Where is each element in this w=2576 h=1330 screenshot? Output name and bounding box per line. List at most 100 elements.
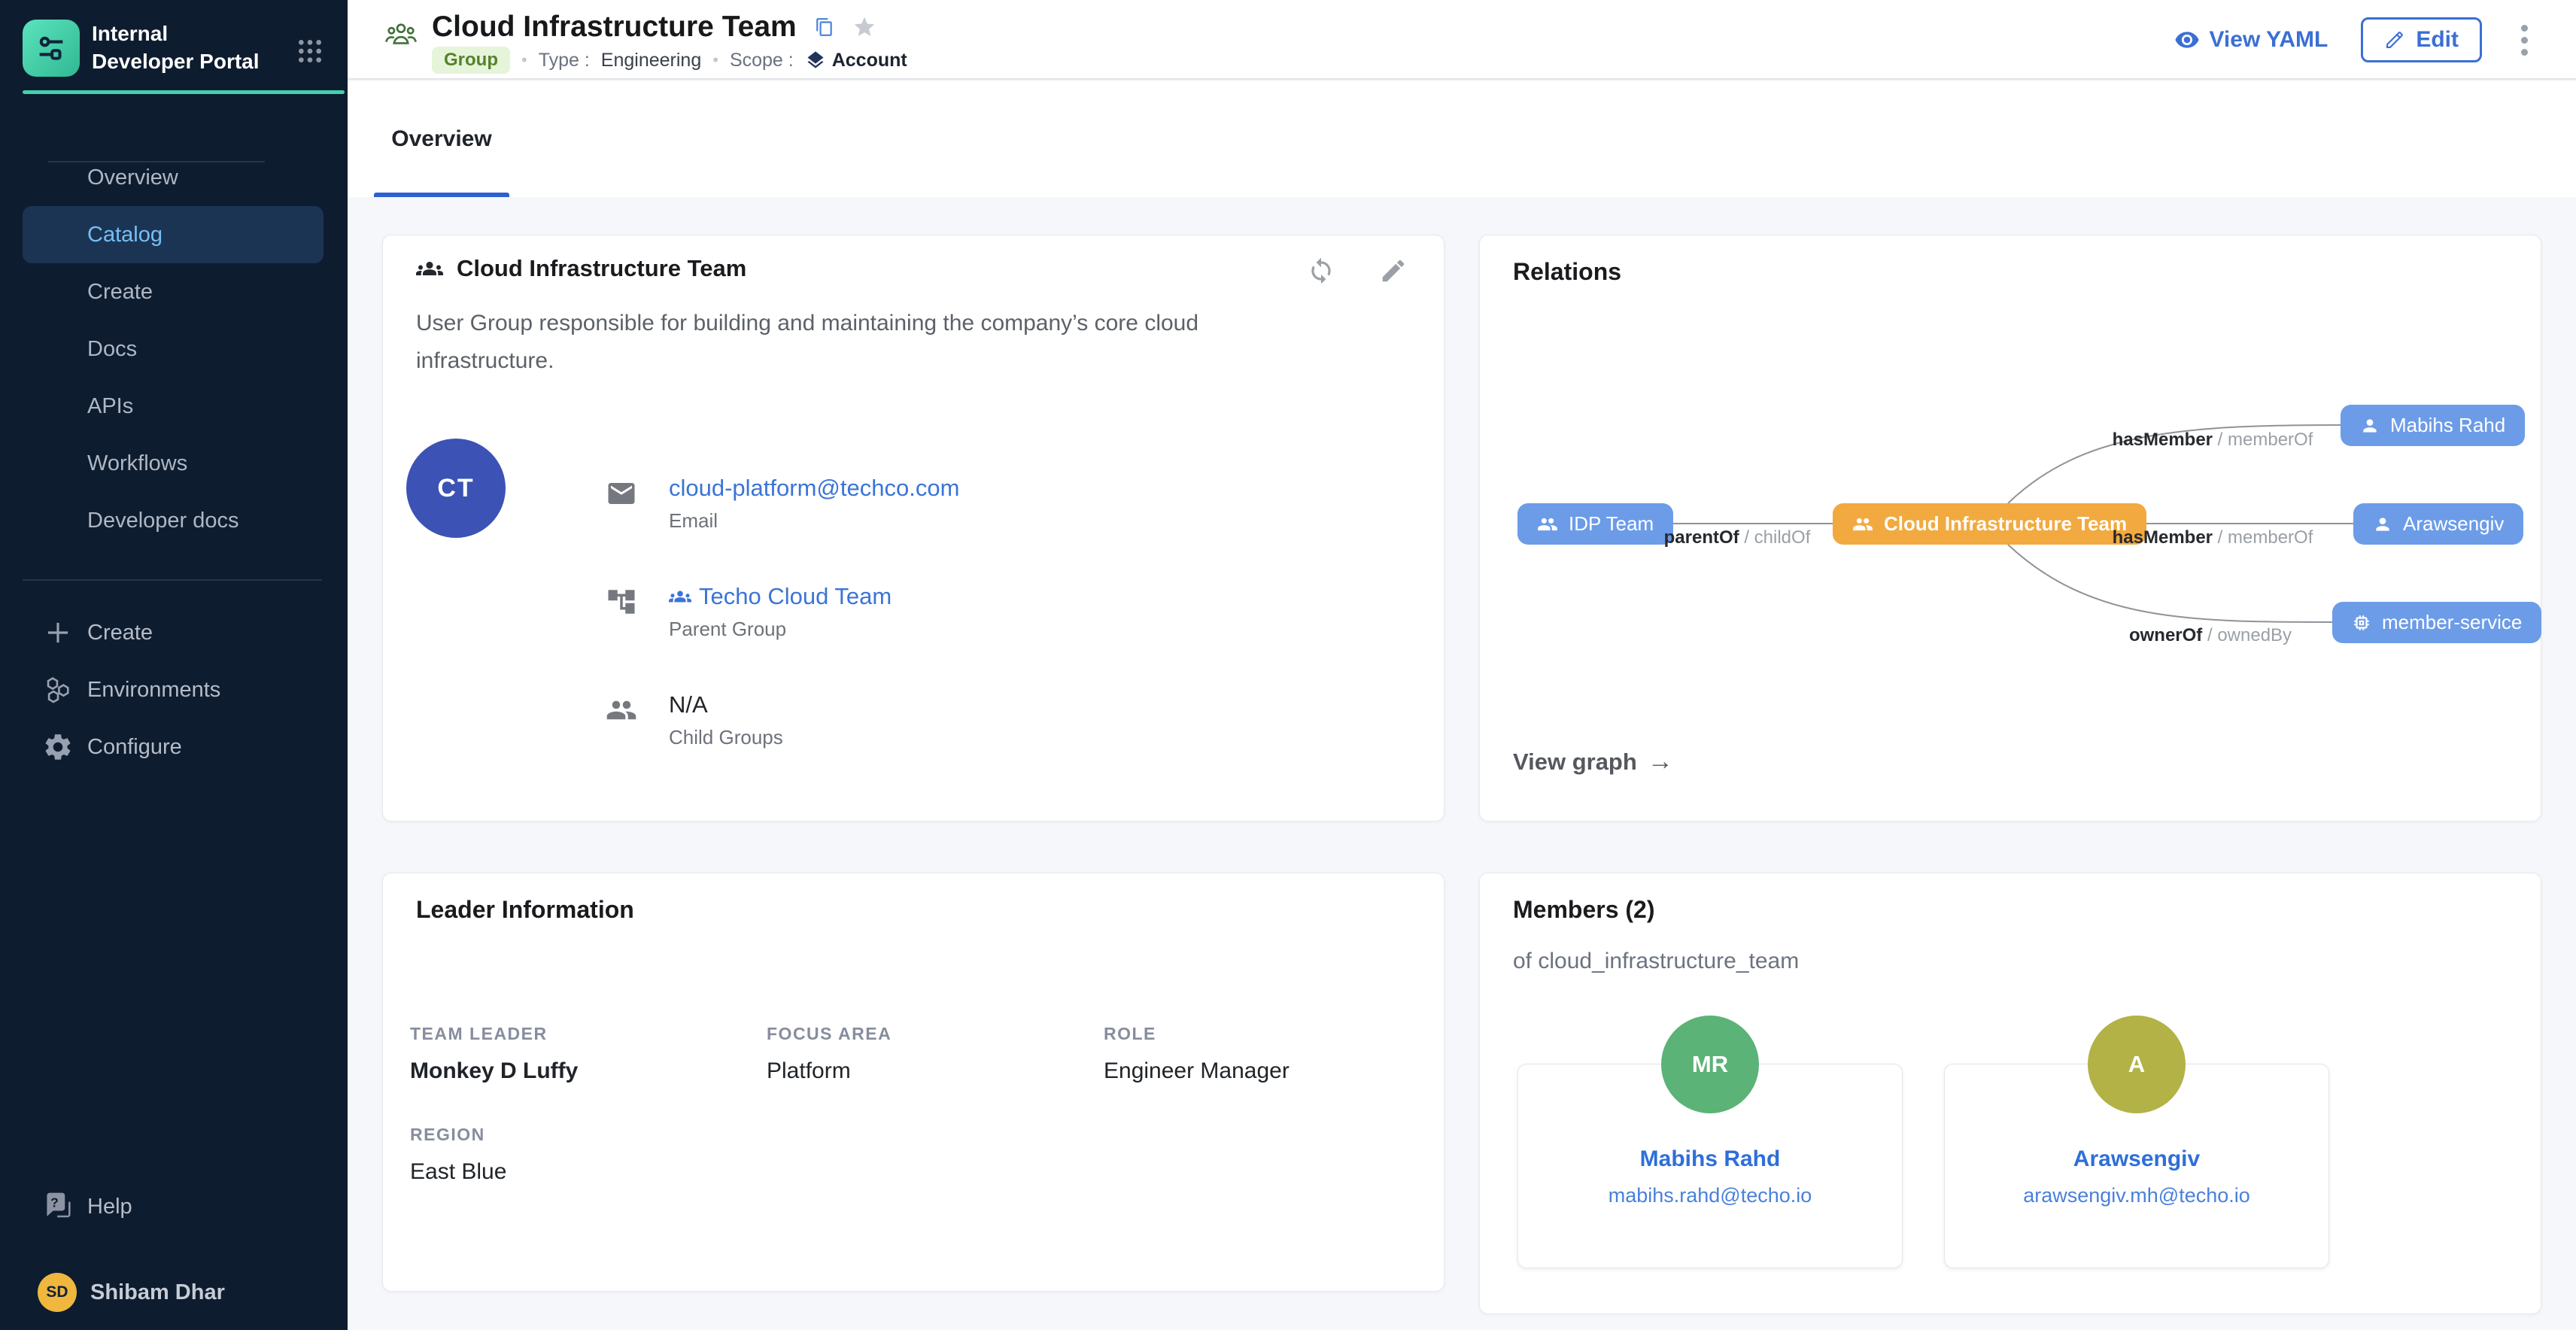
member-card[interactable]: MR Mabihs Rahd mabihs.rahd@techo.io: [1517, 1064, 1903, 1268]
mail-icon: [606, 478, 637, 509]
focus-area-value: Platform: [767, 1058, 851, 1084]
user-menu[interactable]: SD Shibam Dhar: [0, 1268, 348, 1316]
people-icon: [1537, 514, 1558, 535]
sidebar-secondary-nav: Create Environments Configure: [0, 604, 348, 776]
type-value: Engineering: [601, 50, 701, 71]
relations-graph: IDP Team Cloud Infrastructure Team Mabih…: [1480, 235, 2542, 822]
sidebar-item-label: Workflows: [87, 451, 187, 476]
field-label: TEAM LEADER: [410, 1024, 548, 1044]
card-title: Leader Information: [416, 896, 634, 924]
node-label: Arawsengiv: [2403, 512, 2504, 536]
tab-bar: Overview: [348, 81, 2576, 197]
team-about-card: Cloud Infrastructure Team User Group res…: [382, 235, 1444, 821]
edge-label-ownerof-ownedby: ownerOf / ownedBy: [2129, 625, 2292, 646]
kind-badge: Group: [432, 47, 510, 74]
dot-separator: •: [712, 50, 718, 70]
view-graph-link[interactable]: View graph →: [1513, 747, 1673, 776]
leader-information-card: Leader Information TEAM LEADER Monkey D …: [382, 873, 1444, 1292]
help-label: Help: [87, 1195, 132, 1219]
email-label: Email: [669, 509, 959, 533]
team-description: User Group responsible for building and …: [416, 305, 1266, 380]
parent-group-link[interactable]: Techo Cloud Team: [669, 583, 892, 610]
card-title: Cloud Infrastructure Team: [457, 255, 746, 282]
member-name-link[interactable]: Arawsengiv: [2073, 1146, 2200, 1172]
team-avatar: CT: [406, 439, 506, 538]
node-label: member-service: [2382, 611, 2522, 634]
sidebar-item-label: Create: [87, 621, 153, 645]
sidebar-item-help[interactable]: ? Help: [0, 1178, 348, 1235]
sidebar-item-label: Environments: [87, 678, 220, 703]
entity-header: Cloud Infrastructure Team Group • Type :…: [348, 0, 2576, 80]
node-label: IDP Team: [1569, 512, 1654, 536]
region-value: East Blue: [410, 1159, 506, 1185]
relations-card: Relations IDP Team Cloud Infrastructure …: [1479, 235, 2541, 821]
layers-icon: [805, 50, 826, 71]
scope-label: Scope :: [730, 50, 794, 71]
user-avatar: SD: [38, 1273, 77, 1312]
eye-icon: [2174, 27, 2200, 53]
graph-node-idp-team[interactable]: IDP Team: [1517, 503, 1673, 545]
sidebar-item-overview[interactable]: Overview: [0, 149, 348, 206]
user-name: Shibam Dhar: [90, 1280, 225, 1305]
kebab-menu-icon[interactable]: [2515, 19, 2534, 62]
graph-node-member-service[interactable]: member-service: [2332, 602, 2541, 643]
sidebar-item-docs[interactable]: Docs: [0, 320, 348, 378]
tab-active-underline: [374, 193, 509, 197]
edit-button[interactable]: Edit: [2361, 17, 2482, 62]
sidebar-item-developer-docs[interactable]: Developer docs: [0, 492, 348, 549]
graph-node-arawsengiv[interactable]: Arawsengiv: [2353, 503, 2523, 545]
person-icon: [2360, 416, 2380, 436]
sidebar: Internal Developer Portal Overview Catal…: [0, 0, 348, 1330]
star-icon[interactable]: [852, 15, 876, 39]
member-avatar: A: [2088, 1016, 2186, 1113]
gear-icon: [42, 731, 74, 763]
members-subtitle: of cloud_infrastructure_team: [1513, 949, 1799, 974]
sidebar-item-create[interactable]: Create: [0, 263, 348, 320]
sidebar-item-label: APIs: [87, 394, 133, 419]
edge-label-hasmember-memberof: hasMember / memberOf: [2113, 527, 2313, 548]
sidebar-item-label: Create: [87, 280, 153, 305]
entity-meta: Group • Type : Engineering • Scope : Acc…: [432, 47, 907, 74]
plus-icon: [42, 617, 74, 648]
member-avatar: MR: [1661, 1016, 1759, 1113]
sidebar-item-catalog[interactable]: Catalog: [23, 206, 324, 263]
parent-group-name: Techo Cloud Team: [699, 583, 892, 610]
card-title-row: Cloud Infrastructure Team: [416, 255, 746, 282]
app-logo-icon: [23, 20, 80, 77]
sidebar-item-environments[interactable]: Environments: [0, 661, 348, 718]
title-row: Cloud Infrastructure Team: [432, 8, 876, 47]
member-email-link[interactable]: arawsengiv.mh@techo.io: [2023, 1184, 2250, 1207]
sidebar-item-workflows[interactable]: Workflows: [0, 435, 348, 492]
edit-pencil-icon[interactable]: [1379, 257, 1408, 285]
sidebar-item-label: Developer docs: [87, 509, 239, 533]
field-label: ROLE: [1104, 1024, 1156, 1044]
graph-node-mabihs-rahd[interactable]: Mabihs Rahd: [2341, 405, 2525, 446]
parent-group-label: Parent Group: [669, 618, 892, 641]
member-name-link[interactable]: Mabihs Rahd: [1640, 1146, 1781, 1172]
small-people-icon: [669, 585, 691, 608]
page-title: Cloud Infrastructure Team: [432, 11, 797, 44]
tab-overview[interactable]: Overview: [374, 81, 509, 197]
sidebar-nav: Overview Catalog Create Docs APIs Workfl…: [0, 149, 348, 549]
sidebar-item-apis[interactable]: APIs: [0, 378, 348, 435]
member-card[interactable]: A Arawsengiv arawsengiv.mh@techo.io: [1944, 1064, 2329, 1268]
member-email-link[interactable]: mabihs.rahd@techo.io: [1608, 1184, 1812, 1207]
graph-node-cloud-infrastructure-team[interactable]: Cloud Infrastructure Team: [1833, 503, 2146, 545]
team-email-link[interactable]: cloud-platform@techco.com: [669, 475, 959, 502]
sidebar-item-configure[interactable]: Configure: [0, 718, 348, 776]
scope-value: Account: [805, 50, 907, 71]
sidebar-divider: [23, 579, 322, 581]
sidebar-item-create-action[interactable]: Create: [0, 604, 348, 661]
chip-icon: [2352, 613, 2371, 633]
role-value: Engineer Manager: [1104, 1058, 1290, 1084]
dot-separator: •: [521, 50, 527, 70]
view-yaml-button[interactable]: View YAML: [2174, 27, 2328, 53]
field-label: FOCUS AREA: [767, 1024, 892, 1044]
copy-icon[interactable]: [815, 17, 834, 37]
child-groups-row: N/A Child Groups: [606, 691, 783, 749]
child-groups-label: Child Groups: [669, 726, 783, 749]
app-switcher-grid-icon[interactable]: [295, 36, 325, 66]
card-actions: [1307, 257, 1408, 285]
refresh-icon[interactable]: [1307, 257, 1335, 285]
svg-text:?: ?: [50, 1195, 59, 1210]
